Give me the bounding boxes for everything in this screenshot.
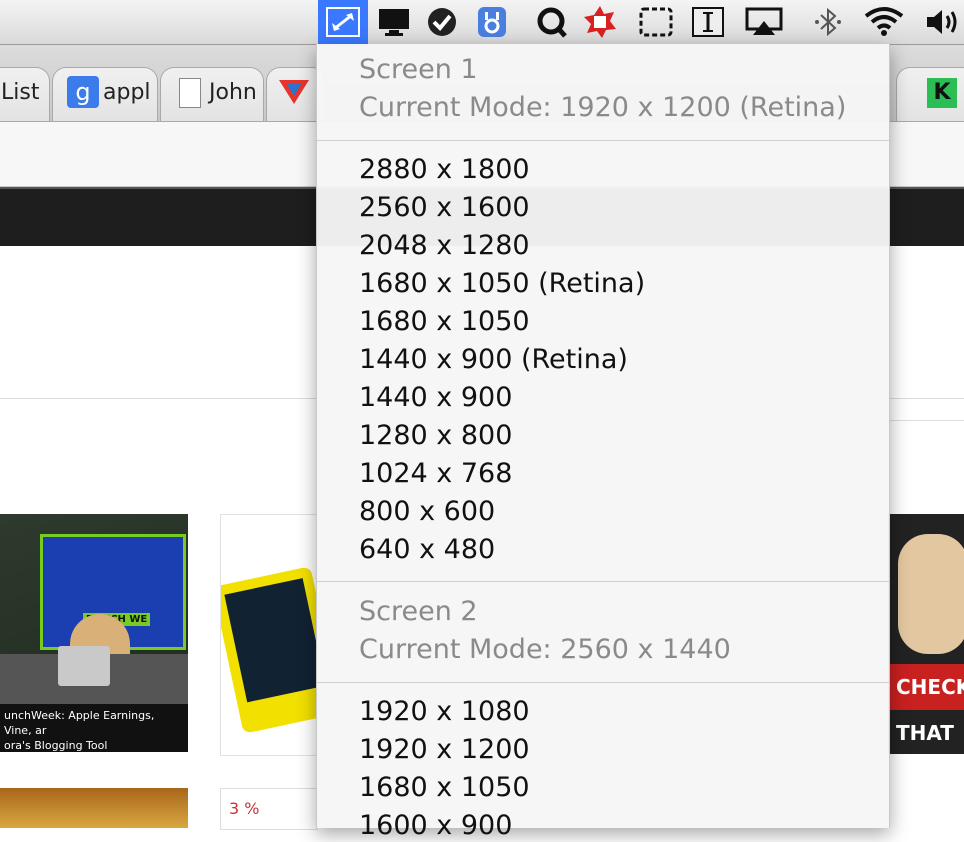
menu-separator bbox=[317, 682, 889, 683]
menu-item-resolution[interactable]: 1440 x 900 bbox=[359, 382, 512, 414]
menu-item-resolution[interactable]: 2560 x 1600 bbox=[359, 192, 530, 224]
tab-k[interactable]: K bbox=[896, 67, 964, 121]
laptop-icon bbox=[58, 646, 110, 686]
promo-arrow: CHECK THAT bbox=[888, 664, 964, 745]
tab-label: appl bbox=[103, 80, 151, 105]
tab-label: List bbox=[1, 80, 40, 105]
screenshot-selection-icon[interactable] bbox=[636, 3, 676, 41]
video-caption-line: ora's Blogging Tool bbox=[4, 739, 108, 752]
screen-2-current-mode: Current Mode: 2560 x 1440 bbox=[359, 634, 731, 665]
menu-item-resolution[interactable]: 1024 x 768 bbox=[359, 458, 512, 490]
airplay-icon[interactable] bbox=[744, 3, 784, 41]
video-caption-line: unchWeek: Apple Earnings, Vine, ar bbox=[4, 709, 155, 737]
content-divider bbox=[890, 420, 964, 421]
alfred-icon[interactable] bbox=[472, 3, 512, 41]
display-resolution-menu: Screen 1 Current Mode: 1920 x 1200 (Reti… bbox=[316, 44, 890, 841]
monitor-icon[interactable] bbox=[374, 3, 414, 41]
menu-separator bbox=[317, 581, 889, 582]
menu-item-resolution[interactable]: 1280 x 800 bbox=[359, 420, 512, 452]
document-icon bbox=[179, 78, 201, 108]
wifi-icon[interactable] bbox=[864, 3, 904, 41]
text-cursor-icon[interactable] bbox=[688, 3, 728, 41]
volume-icon[interactable] bbox=[924, 3, 964, 41]
menu-item-resolution[interactable]: 1680 x 1050 bbox=[359, 306, 530, 338]
evernote-icon[interactable] bbox=[422, 3, 462, 41]
menu-separator bbox=[317, 140, 889, 141]
portrait-image bbox=[898, 534, 964, 654]
tab-label: John bbox=[209, 80, 257, 105]
menu-item-resolution[interactable]: 1920 x 1080 bbox=[359, 696, 530, 728]
screen-2-header: Screen 2 bbox=[359, 596, 478, 627]
thumbnail-glyphs: 3 % bbox=[229, 799, 260, 818]
screen-1-header: Screen 1 bbox=[359, 54, 478, 85]
v-logo-icon bbox=[279, 80, 309, 104]
quicktime-icon[interactable] bbox=[532, 3, 572, 41]
menu-item-resolution[interactable]: 2880 x 1800 bbox=[359, 154, 530, 186]
menu-item-resolution[interactable]: 1680 x 1050 bbox=[359, 772, 530, 804]
video-caption: unchWeek: Apple Earnings, Vine, ar ora's… bbox=[0, 704, 188, 752]
phone-thumbnail[interactable] bbox=[220, 514, 318, 756]
menu-bar bbox=[0, 0, 964, 45]
fantastical-icon[interactable] bbox=[580, 3, 620, 41]
article-thumbnail[interactable]: CHECK THAT bbox=[888, 514, 964, 754]
article-thumbnail[interactable] bbox=[0, 788, 188, 828]
video-thumbnail[interactable]: RUNCH WE unchWeek: Apple Earnings, Vine,… bbox=[0, 514, 188, 752]
menu-item-resolution[interactable]: 1920 x 1200 bbox=[359, 734, 530, 766]
screen-1-current-mode: Current Mode: 1920 x 1200 (Retina) bbox=[359, 92, 847, 123]
article-thumbnail[interactable]: 3 % bbox=[220, 788, 318, 830]
google-icon: g bbox=[67, 76, 99, 108]
tab-john[interactable]: John bbox=[160, 67, 264, 121]
tab-list[interactable]: List bbox=[0, 67, 50, 121]
tab-google[interactable]: g appl bbox=[52, 67, 158, 121]
menu-item-resolution[interactable]: 1680 x 1050 (Retina) bbox=[359, 268, 645, 300]
menu-item-resolution[interactable]: 800 x 600 bbox=[359, 496, 495, 528]
phone-image bbox=[221, 566, 317, 734]
bluetooth-icon[interactable] bbox=[808, 3, 848, 41]
menu-item-resolution[interactable]: 640 x 480 bbox=[359, 534, 495, 566]
k-logo-icon: K bbox=[927, 78, 957, 108]
menu-item-resolution[interactable]: 1600 x 900 bbox=[359, 810, 512, 842]
menu-item-resolution[interactable]: 1440 x 900 (Retina) bbox=[359, 344, 628, 376]
menu-item-resolution[interactable]: 2048 x 1280 bbox=[359, 230, 530, 262]
display-resolution-icon[interactable] bbox=[318, 0, 368, 44]
